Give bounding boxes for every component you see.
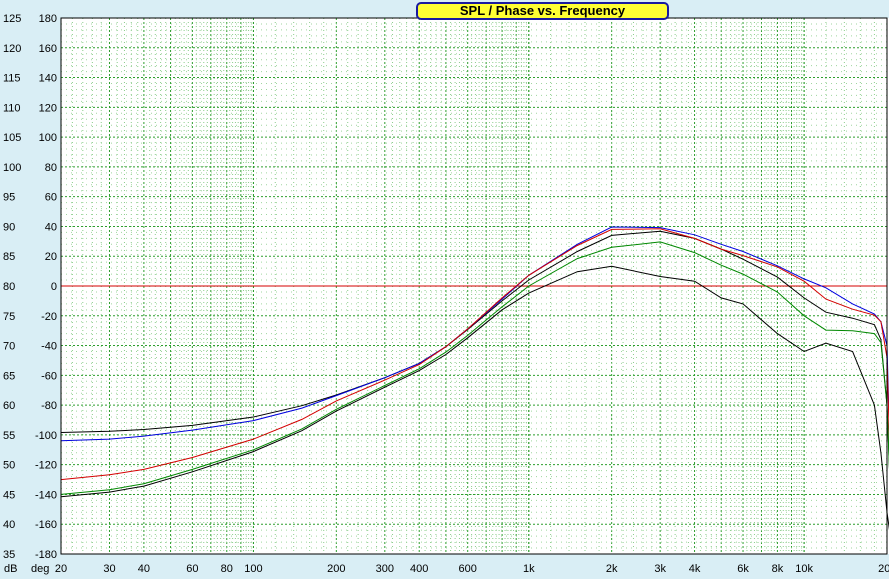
- phase-tick-label: -60: [41, 370, 57, 382]
- phase-unit-label: deg: [31, 563, 49, 575]
- x-tick-label: 60: [186, 563, 198, 575]
- x-tick-label: 6k: [737, 563, 749, 575]
- x-tick-label: 1k: [523, 563, 535, 575]
- phase-tick-label: -120: [35, 460, 57, 472]
- spl-unit-label: dB: [4, 563, 17, 575]
- x-tick-label: 2k: [606, 563, 618, 575]
- phase-tick-label: 0: [51, 281, 57, 293]
- spl-tick-label: 105: [3, 132, 21, 144]
- spl-tick-label: 70: [3, 341, 15, 353]
- phase-tick-label: 60: [45, 192, 57, 204]
- spl-tick-label: 45: [3, 489, 15, 501]
- x-tick-label: 8k: [772, 563, 784, 575]
- spl-tick-label: 65: [3, 370, 15, 382]
- x-tick-label: 40: [138, 563, 150, 575]
- phase-tick-label: 80: [45, 162, 57, 174]
- phase-tick-label: 100: [39, 132, 57, 144]
- spl-tick-label: 35: [3, 549, 15, 561]
- spl-tick-label: 75: [3, 311, 15, 323]
- spl-tick-label: 90: [3, 221, 15, 233]
- spl-tick-label: 60: [3, 400, 15, 412]
- x-tick-label: 4k: [689, 563, 701, 575]
- spl-tick-label: 50: [3, 460, 15, 472]
- spl-tick-label: 55: [3, 430, 15, 442]
- phase-tick-label: -100: [35, 430, 57, 442]
- x-tick-label: 300: [376, 563, 394, 575]
- x-tick-label: 100: [244, 563, 262, 575]
- spl-tick-label: 95: [3, 192, 15, 204]
- x-tick-label: 10k: [795, 563, 813, 575]
- phase-tick-label: -160: [35, 519, 57, 531]
- spl-tick-label: 100: [3, 162, 21, 174]
- chart-title: SPL / Phase vs. Frequency: [416, 2, 669, 20]
- x-tick-label: 200: [327, 563, 345, 575]
- x-tick-label: 20: [55, 563, 67, 575]
- spl-tick-label: 40: [3, 519, 15, 531]
- spl-phase-chart: 125 180 120 160 115 140 110 120 105 100 100 80 95 60 9…: [3, 13, 889, 575]
- phase-tick-label: -20: [41, 311, 57, 323]
- phase-tick-label: -40: [41, 341, 57, 353]
- x-tick-label: 400: [410, 563, 428, 575]
- chart-window: 125 180 120 160 115 140 110 120 105 100 100 80 95 60 9…: [0, 0, 889, 579]
- phase-tick-label: 20: [45, 251, 57, 263]
- x-tick-label: 80: [221, 563, 233, 575]
- spl-tick-label: 85: [3, 251, 15, 263]
- phase-tick-label: -180: [35, 549, 57, 561]
- spl-tick-label: 125: [3, 13, 21, 25]
- phase-tick-label: 160: [39, 43, 57, 55]
- phase-tick-label: 120: [39, 102, 57, 114]
- x-tick-label: 20k: [878, 563, 889, 575]
- spl-tick-label: 110: [3, 102, 21, 114]
- x-tick-label: 3k: [654, 563, 666, 575]
- spl-tick-label: 80: [3, 281, 15, 293]
- x-tick-label: 30: [103, 563, 115, 575]
- spl-tick-label: 115: [3, 73, 21, 85]
- phase-tick-label: -140: [35, 489, 57, 501]
- phase-tick-label: 180: [39, 13, 57, 25]
- spl-tick-label: 120: [3, 43, 21, 55]
- x-tick-label: 600: [459, 563, 477, 575]
- phase-tick-label: -80: [41, 400, 57, 412]
- phase-tick-label: 140: [39, 73, 57, 85]
- phase-tick-label: 40: [45, 221, 57, 233]
